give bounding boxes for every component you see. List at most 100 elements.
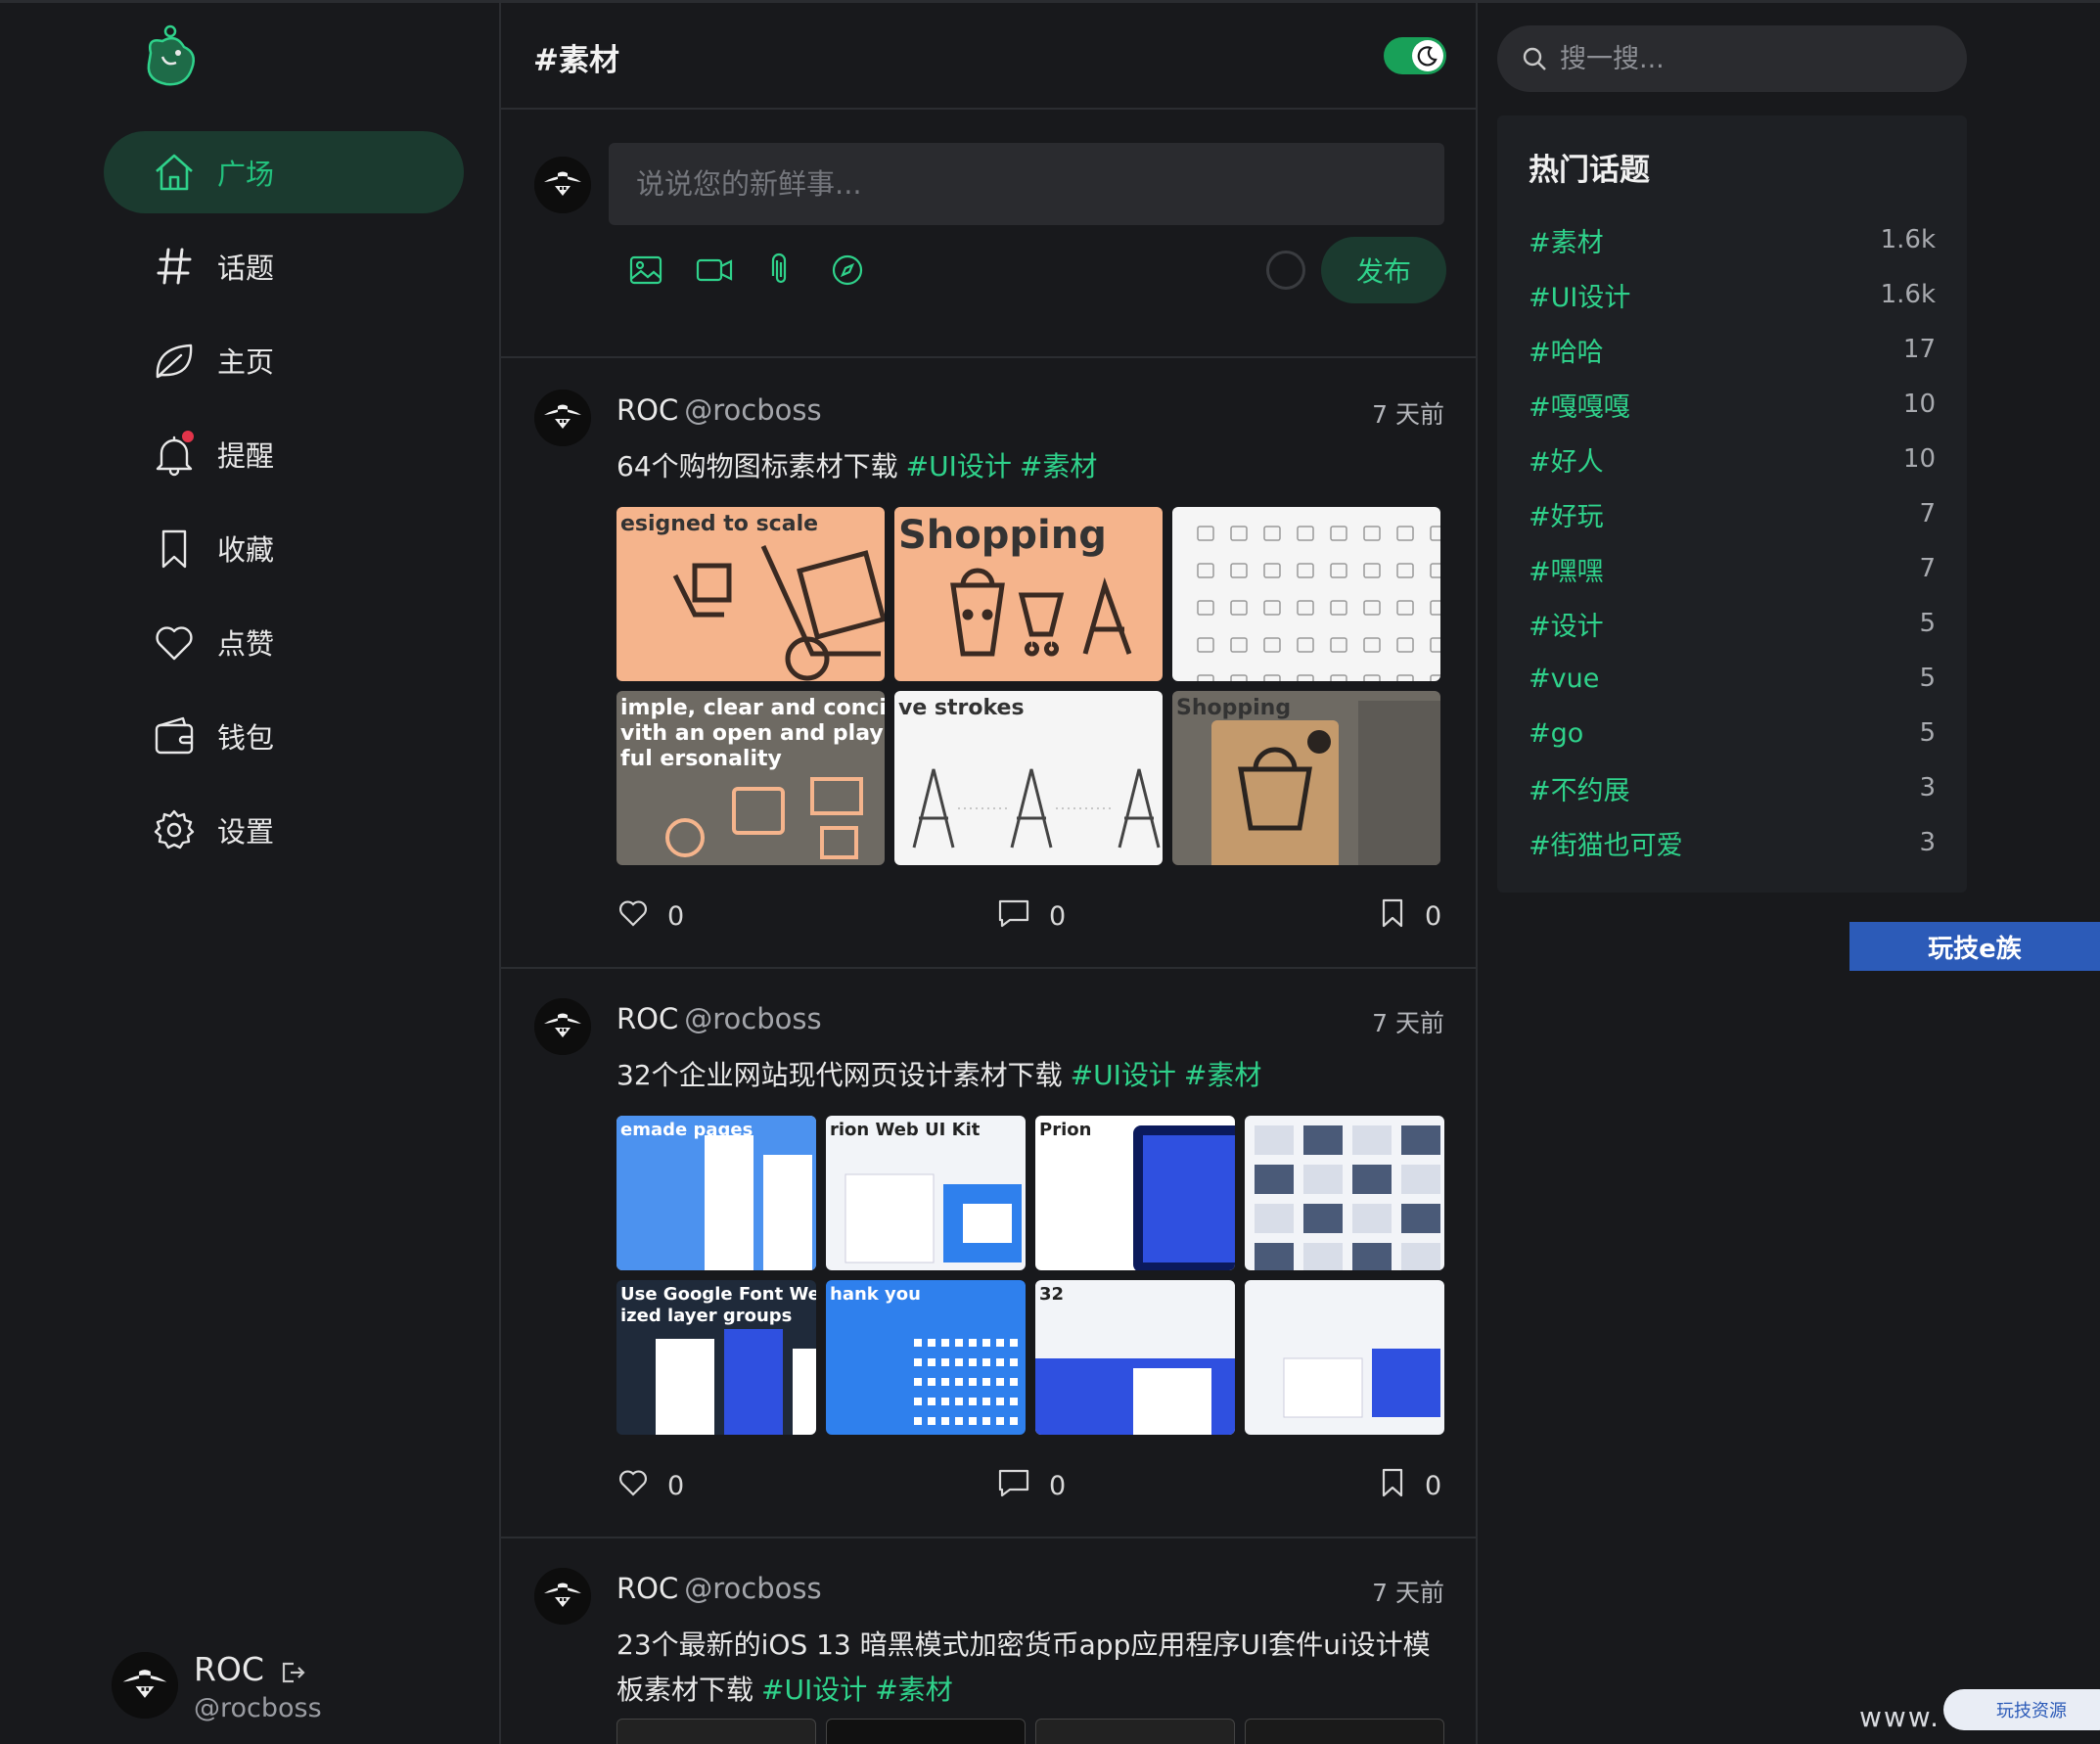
app-logo[interactable] xyxy=(137,23,205,92)
user-handle: @rocboss xyxy=(194,1693,322,1723)
topic-count: 1.6k xyxy=(1880,280,1936,309)
post-text: 23个最新的iOS 13 暗黑模式加密货币app应用程序UI套件ui设计模板素材… xyxy=(616,1629,1431,1706)
post-image[interactable]: esigned to scale xyxy=(616,507,885,681)
post-image[interactable]: Use Google Font Well organized layer gro… xyxy=(616,1280,816,1435)
svg-text:Shopping: Shopping xyxy=(898,513,1107,558)
post-image[interactable]: 32 xyxy=(1035,1280,1235,1435)
heart-icon xyxy=(616,896,650,937)
topic-count: 3 xyxy=(1919,828,1936,857)
author-handle: @rocboss xyxy=(684,1002,822,1035)
comment-button[interactable]: 0 xyxy=(996,1466,1066,1506)
hot-topic-item[interactable]: #嘿嘿 7 xyxy=(1529,544,1936,593)
feed-post[interactable]: ROC @rocboss 7 天前 64个购物图标素材下载 #UI设计 #素材 esigne… xyxy=(501,360,1476,969)
post-author[interactable]: ROC @rocboss xyxy=(616,393,822,427)
post-image[interactable]: Prion xyxy=(1035,1116,1235,1270)
post-avatar[interactable] xyxy=(534,998,591,1055)
topic-count: 1.6k xyxy=(1880,225,1936,254)
image-upload-icon[interactable] xyxy=(624,249,667,292)
author-name: ROC xyxy=(616,1572,679,1605)
sidebar-item-hash[interactable]: 话题 xyxy=(104,225,464,307)
post-tag[interactable]: #素材 xyxy=(1184,1059,1261,1091)
sidebar-item-gear[interactable]: 设置 xyxy=(104,789,464,871)
like-button[interactable]: 0 xyxy=(616,896,684,937)
post-image[interactable] xyxy=(1172,507,1440,681)
topic-name: #嘿嘿 xyxy=(1529,556,1604,587)
search-input[interactable] xyxy=(1560,25,1951,92)
svg-text:ful ersonality: ful ersonality xyxy=(620,747,782,771)
hot-topic-item[interactable]: #go 5 xyxy=(1529,709,1936,757)
hot-topic-item[interactable]: #UI设计 1.6k xyxy=(1529,270,1936,319)
heart-icon xyxy=(616,1466,650,1506)
post-avatar[interactable] xyxy=(534,1568,591,1625)
post-image[interactable]: Shopping xyxy=(894,507,1163,681)
sidebar-item-leaf[interactable]: 主页 xyxy=(104,319,464,401)
like-button[interactable]: 0 xyxy=(616,1466,684,1506)
svg-text:Use Google Font Well organ: Use Google Font Well organ xyxy=(620,1284,816,1305)
post-image[interactable] xyxy=(1245,1280,1444,1435)
moon-icon xyxy=(1412,40,1443,71)
feed-post[interactable]: ROC @rocboss 7 天前 32个企业网站现代网页设计素材下载 #UI设计 #素材… xyxy=(501,969,1476,1538)
publish-button[interactable]: 发布 xyxy=(1321,237,1446,303)
sidebar-item-label: 提醒 xyxy=(217,439,275,473)
hot-topic-item[interactable]: #好玩 7 xyxy=(1529,489,1936,538)
wallet-icon xyxy=(151,712,198,759)
post-image[interactable] xyxy=(616,1719,816,1744)
svg-text:ve strokes: ve strokes xyxy=(898,696,1025,720)
hot-topic-item[interactable]: #街猫也可爱 3 xyxy=(1529,818,1936,867)
post-image[interactable] xyxy=(826,1719,1026,1744)
search-bar[interactable] xyxy=(1497,25,1967,92)
post-image[interactable]: hank you xyxy=(826,1280,1026,1435)
current-user[interactable]: ROC @rocboss xyxy=(112,1650,405,1726)
hot-topic-item[interactable]: #素材 1.6k xyxy=(1529,215,1936,264)
post-image[interactable]: ve strokes xyxy=(894,691,1163,865)
sidebar-item-label: 话题 xyxy=(217,252,275,285)
post-author[interactable]: ROC @rocboss xyxy=(616,1572,822,1605)
author-name: ROC xyxy=(616,393,679,427)
comment-icon xyxy=(996,1466,1031,1506)
post-image[interactable] xyxy=(1035,1719,1235,1744)
hot-topic-item[interactable]: #好人 10 xyxy=(1529,435,1936,483)
post-actions: 0 0 0 xyxy=(616,1466,1448,1505)
composer-input[interactable] xyxy=(609,143,1444,225)
hot-topic-item[interactable]: #不约展 3 xyxy=(1529,763,1936,812)
topic-name: #go xyxy=(1529,717,1584,749)
post-tag[interactable]: #UI设计 xyxy=(1071,1059,1176,1091)
post-image[interactable]: imple, clear and concise, vith an open a… xyxy=(616,691,885,865)
comment-button[interactable]: 0 xyxy=(996,896,1066,937)
post-author[interactable]: ROC @rocboss xyxy=(616,1002,822,1035)
collect-button[interactable]: 0 xyxy=(1378,896,1441,937)
post-image[interactable] xyxy=(1245,1116,1444,1270)
post-image[interactable]: emade pages xyxy=(616,1116,816,1270)
sidebar-item-home[interactable]: 广场 xyxy=(104,131,464,213)
post-tag[interactable]: #素材 xyxy=(875,1674,952,1706)
dark-mode-toggle[interactable] xyxy=(1384,37,1446,74)
sidebar-item-heart[interactable]: 点赞 xyxy=(104,601,464,683)
user-avatar[interactable] xyxy=(112,1652,178,1719)
compass-icon[interactable] xyxy=(826,249,869,292)
feed-post[interactable]: ROC @rocboss 7 天前 23个最新的iOS 13 暗黑模式加密货币app应… xyxy=(501,1538,1476,1744)
topic-count: 5 xyxy=(1919,664,1936,693)
hot-topic-item[interactable]: #嘎嘎嘎 10 xyxy=(1529,380,1936,429)
sidebar-item-bookmark[interactable]: 收藏 xyxy=(104,507,464,589)
post-tag[interactable]: #素材 xyxy=(1020,450,1097,482)
sidebar-item-wallet[interactable]: 钱包 xyxy=(104,695,464,777)
post-tag[interactable]: #UI设计 xyxy=(906,450,1012,482)
attachment-icon[interactable] xyxy=(759,249,802,292)
post-content: 64个购物图标素材下载 #UI设计 #素材 xyxy=(616,444,1448,489)
post-image[interactable] xyxy=(1245,1719,1444,1744)
post-image[interactable]: Shopping xyxy=(1172,691,1440,865)
sidebar-item-bell[interactable]: 提醒 xyxy=(104,413,464,495)
gear-icon xyxy=(151,806,198,853)
sidebar-item-label: 点赞 xyxy=(217,627,275,661)
logout-icon[interactable] xyxy=(278,1658,307,1687)
collect-button[interactable]: 0 xyxy=(1378,1466,1441,1506)
svg-text:esigned to scale: esigned to scale xyxy=(620,512,818,536)
post-avatar[interactable] xyxy=(534,390,591,446)
hot-topic-item[interactable]: #哈哈 17 xyxy=(1529,325,1936,374)
post-image[interactable]: rion Web UI Kit xyxy=(826,1116,1026,1270)
post-tag[interactable]: #UI设计 xyxy=(761,1674,867,1706)
video-upload-icon[interactable] xyxy=(693,249,736,292)
hot-topic-item[interactable]: #vue 5 xyxy=(1529,654,1936,703)
collect-count: 0 xyxy=(1425,901,1442,932)
hot-topic-item[interactable]: #设计 5 xyxy=(1529,599,1936,648)
